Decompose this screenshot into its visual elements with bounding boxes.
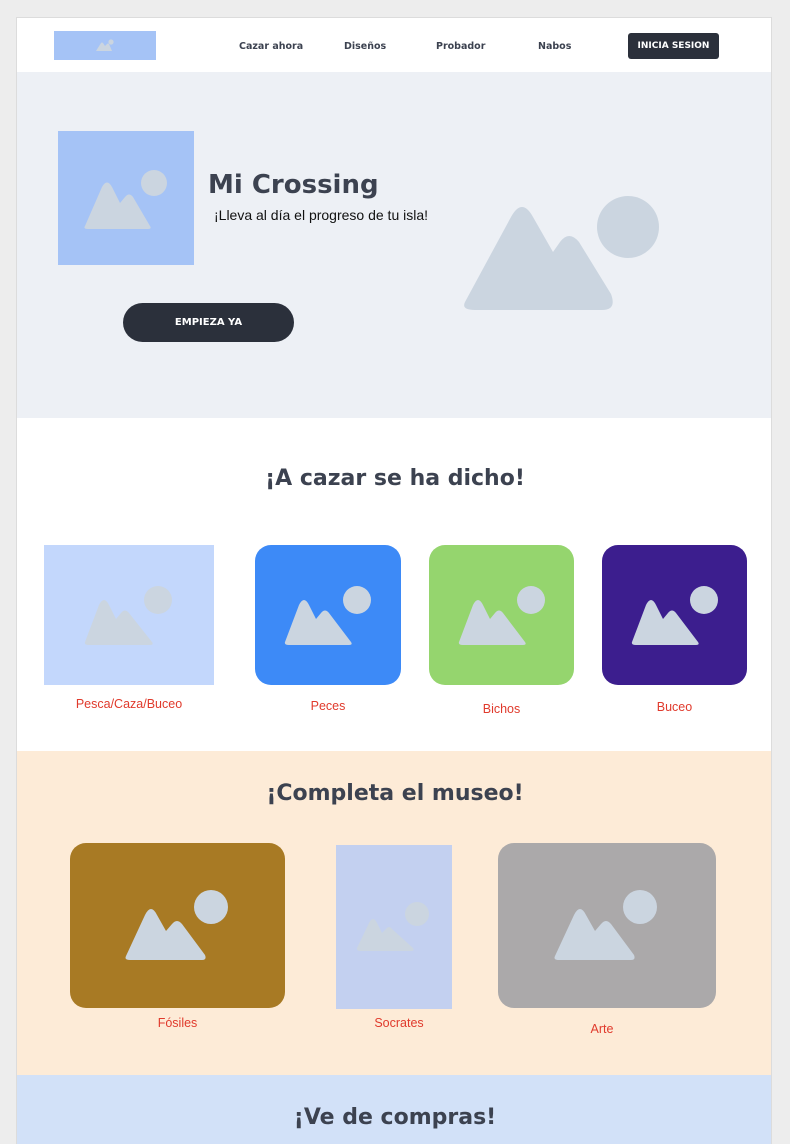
card-bichos[interactable] bbox=[429, 545, 574, 685]
start-now-button[interactable]: EMPIEZA YA bbox=[123, 303, 294, 342]
image-placeholder-icon bbox=[84, 586, 172, 645]
caption-pesca-caza-buceo[interactable]: Pesca/Caza/Buceo bbox=[44, 697, 214, 711]
museum-section: ¡Completa el museo! Fósiles Socrates Art… bbox=[17, 751, 771, 1075]
museum-title: ¡Completa el museo! bbox=[266, 781, 524, 806]
image-placeholder-icon bbox=[84, 170, 167, 229]
caption-socrates[interactable]: Socrates bbox=[336, 1016, 462, 1030]
shop-title: ¡Ve de compras! bbox=[293, 1105, 497, 1130]
card-pesca-caza-buceo[interactable] bbox=[44, 545, 214, 685]
hunt-section: ¡A cazar se ha dicho! Pesca/Caza/Buceo P… bbox=[17, 418, 771, 751]
caption-arte[interactable]: Arte bbox=[498, 1022, 706, 1036]
shop-section: ¡Ve de compras! bbox=[17, 1075, 771, 1144]
site-header: Cazar ahora Diseños Probador Nabos INICI… bbox=[17, 18, 771, 72]
image-placeholder-icon bbox=[96, 39, 114, 51]
card-arte[interactable] bbox=[498, 843, 716, 1008]
image-placeholder-icon bbox=[125, 890, 228, 960]
image-placeholder-icon bbox=[464, 196, 659, 310]
hero-title: Mi Crossing bbox=[208, 170, 379, 200]
hero-section: Mi Crossing ¡Lleva al día el progreso de… bbox=[17, 72, 771, 418]
nav-probador[interactable]: Probador bbox=[436, 41, 485, 52]
image-placeholder-icon bbox=[284, 586, 371, 645]
image-placeholder-icon bbox=[631, 586, 718, 645]
card-peces[interactable] bbox=[255, 545, 401, 685]
image-placeholder-icon bbox=[356, 902, 429, 951]
hero-subtitle: ¡Lleva al día el progreso de tu isla! bbox=[214, 207, 429, 223]
page: Cazar ahora Diseños Probador Nabos INICI… bbox=[16, 17, 772, 1144]
card-fosiles[interactable] bbox=[70, 843, 285, 1008]
hero-thumbnail bbox=[58, 131, 194, 265]
card-socrates[interactable] bbox=[336, 845, 452, 1009]
card-buceo[interactable] bbox=[602, 545, 747, 685]
logo[interactable] bbox=[54, 31, 156, 60]
login-button[interactable]: INICIA SESION bbox=[628, 33, 719, 59]
caption-buceo[interactable]: Buceo bbox=[602, 700, 747, 714]
nav-cazar-ahora[interactable]: Cazar ahora bbox=[239, 41, 303, 52]
caption-peces[interactable]: Peces bbox=[255, 699, 401, 713]
caption-bichos[interactable]: Bichos bbox=[429, 702, 574, 716]
caption-fosiles[interactable]: Fósiles bbox=[70, 1016, 285, 1030]
image-placeholder-icon bbox=[458, 586, 545, 645]
hero-illustration bbox=[457, 172, 667, 317]
nav-disenos[interactable]: Diseños bbox=[344, 41, 386, 52]
hunt-title: ¡A cazar se ha dicho! bbox=[265, 466, 525, 491]
nav-nabos[interactable]: Nabos bbox=[538, 41, 571, 52]
image-placeholder-icon bbox=[554, 890, 657, 960]
